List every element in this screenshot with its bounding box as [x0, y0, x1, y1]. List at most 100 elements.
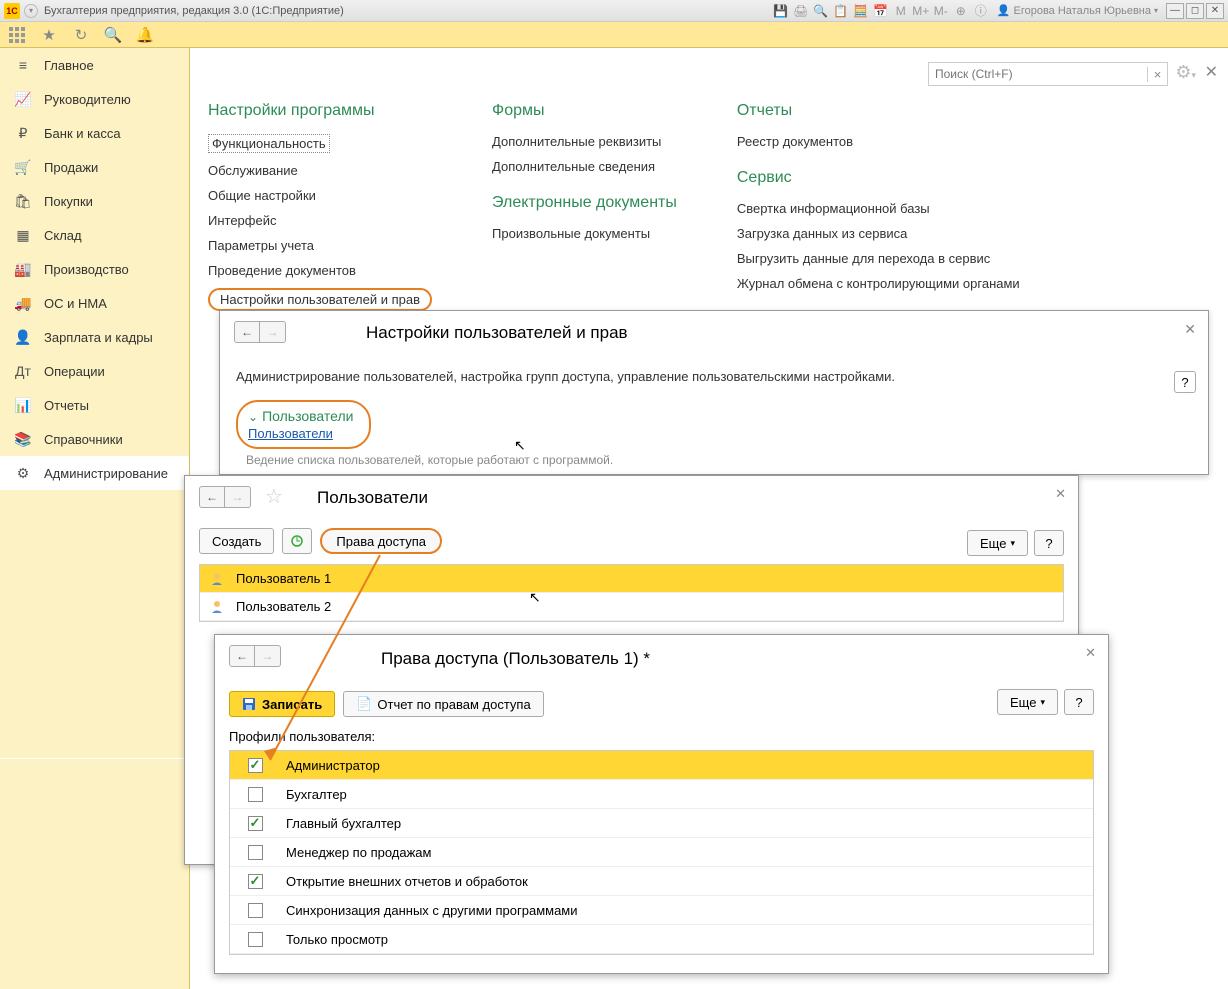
section-link[interactable]: Дополнительные сведения	[492, 159, 677, 174]
profile-row[interactable]: Только просмотр	[230, 925, 1093, 954]
nav-label: Отчеты	[44, 398, 89, 413]
nav-icon: ₽	[14, 124, 32, 142]
panel-close-icon[interactable]: ✕	[1055, 486, 1066, 502]
section-link[interactable]: Параметры учета	[208, 238, 432, 253]
section-link[interactable]: Произвольные документы	[492, 226, 677, 241]
section-link[interactable]: Журнал обмена с контролирующими органами	[737, 276, 1020, 291]
back-button[interactable]: ←	[229, 645, 255, 667]
m-minus-button[interactable]: M-	[932, 2, 950, 20]
m-button[interactable]: M	[892, 2, 910, 20]
access-rights-button[interactable]: Права доступа	[320, 528, 442, 554]
profile-row[interactable]: Менеджер по продажам	[230, 838, 1093, 867]
panel-close-icon[interactable]: ✕	[1085, 645, 1096, 661]
profile-row[interactable]: Бухгалтер	[230, 780, 1093, 809]
section-link[interactable]: Интерфейс	[208, 213, 432, 228]
nav-item-4[interactable]: 🛍Покупки	[0, 184, 189, 218]
user-row[interactable]: Пользователь 2	[200, 593, 1063, 621]
profile-checkbox[interactable]: ✓	[248, 874, 263, 889]
preview-icon[interactable]: 🔍	[812, 2, 830, 20]
nav-item-11[interactable]: 📚 Справочники	[0, 422, 189, 456]
profile-name: Открытие внешних отчетов и обработок	[280, 874, 528, 889]
search-clear[interactable]: ×	[1147, 67, 1167, 82]
search-icon[interactable]: 🔍	[104, 26, 122, 44]
forward-button[interactable]: →	[225, 486, 251, 508]
section-link[interactable]: Выгрузить данные для перехода в сервис	[737, 251, 1020, 266]
section-link[interactable]: Обслуживание	[208, 163, 432, 178]
help-button[interactable]: ?	[1174, 371, 1196, 393]
nav-item-7[interactable]: 🚚ОС и НМА	[0, 286, 189, 320]
section-link[interactable]: Проведение документов	[208, 263, 432, 278]
nav-item-0[interactable]: ≡Главное	[0, 48, 189, 82]
create-button[interactable]: Создать	[199, 528, 274, 554]
nav-item-10[interactable]: 📊Отчеты	[0, 388, 189, 422]
minimize-button[interactable]: —	[1166, 3, 1184, 19]
profile-checkbox[interactable]	[248, 903, 263, 918]
user-row[interactable]: Пользователь 1	[200, 565, 1063, 593]
profile-checkbox[interactable]	[248, 845, 263, 860]
help-button[interactable]: ?	[1034, 530, 1064, 556]
nav-item-2[interactable]: ₽Банк и касса	[0, 116, 189, 150]
info-icon[interactable]: ⓘ	[972, 2, 990, 20]
save-icon[interactable]: 💾	[772, 2, 790, 20]
profile-row[interactable]: ✓Администратор	[230, 751, 1093, 780]
nav-item-9[interactable]: ДтОперации	[0, 354, 189, 388]
nav-icon: ▦	[14, 226, 32, 244]
search-box[interactable]: ×	[928, 62, 1168, 86]
close-button[interactable]: ✕	[1206, 3, 1224, 19]
nav-item-3[interactable]: 🛒Продажи	[0, 150, 189, 184]
nav-item-5[interactable]: ▦Склад	[0, 218, 189, 252]
back-button[interactable]: ←	[199, 486, 225, 508]
m-plus-button[interactable]: M+	[912, 2, 930, 20]
profile-checkbox[interactable]: ✓	[248, 816, 263, 831]
nav-label: Справочники	[44, 432, 123, 447]
forward-button[interactable]: →	[255, 645, 281, 667]
nav-item-8[interactable]: 👤Зарплата и кадры	[0, 320, 189, 354]
user-icon: 👤	[997, 4, 1011, 17]
panel-close-icon[interactable]: ✕	[1184, 321, 1196, 338]
nav-icon: 📚	[14, 430, 32, 448]
maximize-button[interactable]: ◻	[1186, 3, 1204, 19]
profile-checkbox[interactable]	[248, 932, 263, 947]
calendar-icon[interactable]: 📅	[872, 2, 890, 20]
content-close-icon[interactable]: ✕	[1205, 62, 1218, 82]
section-link[interactable]: Реестр документов	[737, 134, 1020, 149]
forward-button[interactable]: →	[260, 321, 286, 343]
star-icon[interactable]: ★	[40, 26, 58, 44]
profile-checkbox[interactable]	[248, 787, 263, 802]
more-button[interactable]: Еще▾	[967, 530, 1028, 556]
favorite-star-icon[interactable]: ☆	[265, 484, 283, 509]
print-icon[interactable]: 🖨	[792, 2, 810, 20]
more-button[interactable]: Еще▾	[997, 689, 1058, 715]
nav-item-1[interactable]: 📈Руководителю	[0, 82, 189, 116]
section-link[interactable]: Функциональность	[208, 134, 330, 153]
users-group-header[interactable]: Пользователи	[248, 408, 353, 424]
section-link[interactable]: Загрузка данных из сервиса	[737, 226, 1020, 241]
nav-item-6[interactable]: 🏭Производство	[0, 252, 189, 286]
zoom-icon[interactable]: ⊕	[952, 2, 970, 20]
help-button[interactable]: ?	[1064, 689, 1094, 715]
profile-row[interactable]: Синхронизация данных с другими программа…	[230, 896, 1093, 925]
section-link[interactable]: Общие настройки	[208, 188, 432, 203]
section-link[interactable]: Свертка информационной базы	[737, 201, 1020, 216]
settings-gear-icon[interactable]: ⚙▾	[1175, 62, 1196, 83]
rights-report-button[interactable]: 📄Отчет по правам доступа	[343, 691, 544, 717]
section-link[interactable]: Настройки пользователей и прав	[208, 288, 432, 311]
profile-name: Синхронизация данных с другими программа…	[280, 903, 578, 918]
refresh-button[interactable]	[282, 528, 312, 554]
bell-icon[interactable]: 🔔	[136, 26, 154, 44]
profile-checkbox[interactable]: ✓	[248, 758, 263, 773]
current-user[interactable]: 👤Егорова Наталья Юрьевна▾	[997, 4, 1158, 17]
apps-icon[interactable]	[8, 26, 26, 44]
section-link[interactable]: Дополнительные реквизиты	[492, 134, 677, 149]
history-icon[interactable]: ↻	[72, 26, 90, 44]
profile-row[interactable]: ✓ Открытие внешних отчетов и обработок	[230, 867, 1093, 896]
save-button[interactable]: Записать	[229, 691, 335, 717]
nav-item-12[interactable]: ⚙Администрирование	[0, 456, 189, 490]
search-input[interactable]	[929, 67, 1147, 81]
users-link[interactable]: Пользователи	[248, 426, 353, 441]
titlebar-dropdown[interactable]: ▾	[24, 4, 38, 18]
back-button[interactable]: ←	[234, 321, 260, 343]
clipboard-icon[interactable]: 📋	[832, 2, 850, 20]
profile-row[interactable]: ✓Главный бухгалтер	[230, 809, 1093, 838]
calc-icon[interactable]: 🧮	[852, 2, 870, 20]
